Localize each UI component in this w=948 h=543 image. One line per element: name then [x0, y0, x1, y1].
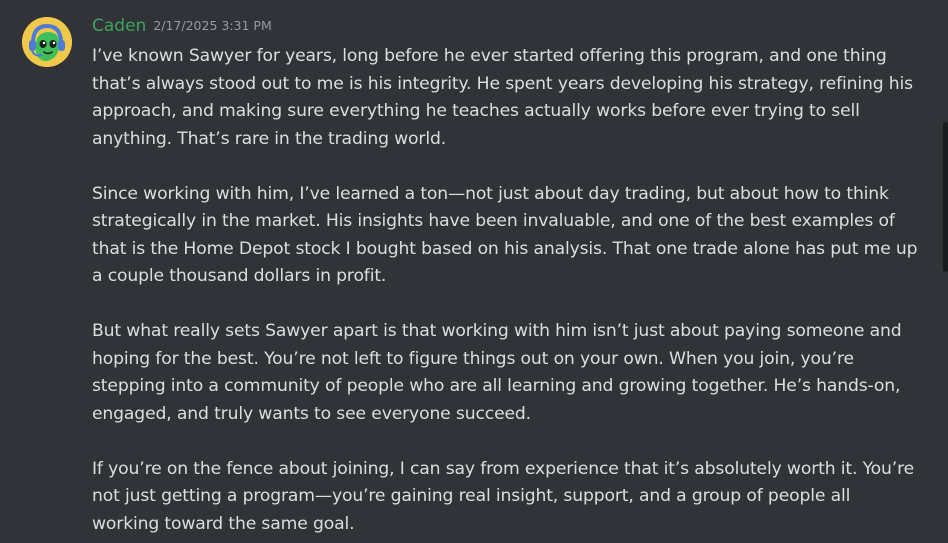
message-paragraph: I’ve known Sawyer for years, long before…: [92, 46, 913, 149]
scrollbar-thumb[interactable]: [943, 122, 948, 272]
message-header: Caden 2/17/2025 3:31 PM: [92, 16, 272, 42]
message-timestamp: 2/17/2025 3:31 PM: [153, 18, 272, 33]
author-name[interactable]: Caden: [92, 16, 146, 36]
avatar[interactable]: [22, 17, 72, 67]
message-paragraph: But what really sets Sawyer apart is tha…: [92, 321, 902, 424]
message-paragraph: Since working with him, I’ve learned a t…: [92, 183, 918, 287]
chat-area: Caden 2/17/2025 3:31 PM I’ve known Sawyer…: [0, 0, 948, 543]
green-headset-avatar-icon: [22, 17, 72, 67]
message-content: I’ve known Sawyer for years, long before…: [92, 43, 922, 538]
message-paragraph: If you’re on the fence about joining, I …: [92, 458, 915, 534]
